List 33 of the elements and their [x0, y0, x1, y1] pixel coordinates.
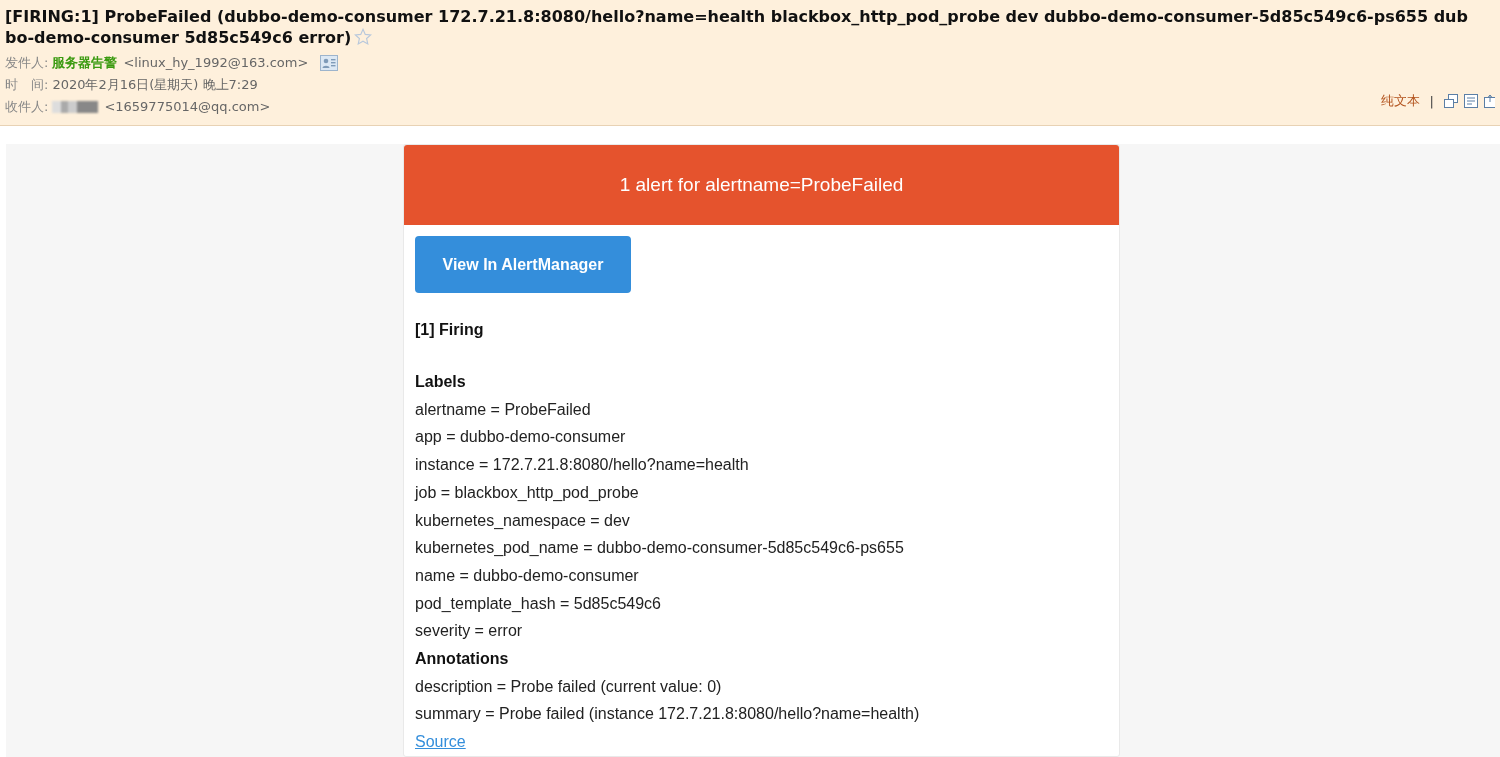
- star-icon[interactable]: [354, 28, 373, 46]
- recipient-address: <1659775014@qq.com>: [104, 98, 271, 116]
- label-line: kubernetes_namespace = dev: [415, 510, 631, 531]
- label-line: name = dubbo-demo-consumer: [415, 565, 640, 586]
- sender-address: <linux_hy_1992@163.com>: [123, 54, 309, 72]
- label-line: job = blackbox_http_pod_probe: [415, 482, 640, 503]
- plain-text-link[interactable]: 纯文本: [1380, 92, 1420, 110]
- sender-name[interactable]: 服务器告警: [52, 52, 118, 74]
- label-line: alertname = ProbeFailed: [415, 399, 592, 420]
- alert-banner: 1 alert for alertname=ProbeFailed: [404, 145, 1119, 225]
- section-heading: Annotations: [415, 649, 510, 670]
- redacted-name: [52, 101, 99, 113]
- email-subject: [FIRING:1] ProbeFailed (dubbo-demo-consumer 172.7.21.8:8080/hello?name=health blackbox_http_pod_probe dev dubbo-demo-consumer-5d85c549c6-ps655 dubbo-demo-consumer 5d85c549c6 error): [5, 6, 1469, 48]
- field-label: 收件人:: [5, 98, 49, 116]
- label-line: kubernetes_pod_name = dubbo-demo-consumer-5d85c549c6-ps655: [415, 538, 905, 559]
- label-line: app = dubbo-demo-consumer: [415, 427, 627, 448]
- view-alertmanager-button[interactable]: View In AlertManager: [415, 236, 631, 293]
- label-line: summary = Probe failed (instance 172.7.21.8:8080/hello?name=health): [415, 704, 921, 725]
- window-icon[interactable]: [1444, 94, 1458, 108]
- export-icon[interactable]: [1484, 94, 1495, 108]
- label-line: instance = 172.7.21.8:8080/hello?name=health: [415, 455, 750, 476]
- sent-time: 2020年2月16日(星期天) 晚上7:29: [52, 76, 258, 94]
- firing-title: [1] Firing: [415, 320, 485, 340]
- field-label: 发件人:: [5, 54, 49, 72]
- source-link[interactable]: Source: [415, 728, 466, 756]
- label-line: severity = error: [415, 621, 524, 642]
- document-icon[interactable]: [1464, 94, 1478, 108]
- contact-card-icon[interactable]: [320, 55, 339, 71]
- label-line: description = Probe failed (current value: 0): [415, 676, 723, 697]
- field-label: 时 间:: [5, 76, 49, 94]
- section-heading: Labels: [415, 372, 467, 392]
- label-line: pod_template_hash = 5d85c549c6: [415, 593, 662, 614]
- separator: |: [1429, 93, 1434, 109]
